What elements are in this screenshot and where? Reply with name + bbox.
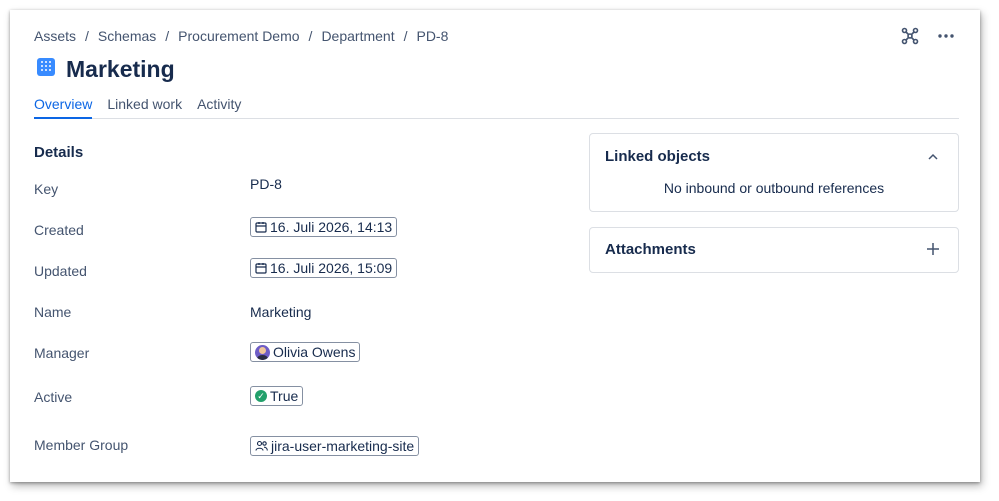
breadcrumb-item-object-type[interactable]: Department <box>321 28 394 44</box>
calendar-icon <box>255 263 267 274</box>
tab-linked-work[interactable]: Linked work <box>107 96 182 118</box>
attachments-title: Attachments <box>605 241 696 258</box>
plus-icon[interactable] <box>924 240 942 258</box>
detail-label: Created <box>34 222 84 238</box>
detail-value-name: Marketing <box>250 304 312 320</box>
more-icon[interactable] <box>936 26 956 46</box>
details-heading: Details <box>34 144 84 161</box>
chevron-up-icon[interactable] <box>924 148 942 166</box>
page-title: Marketing <box>66 56 175 82</box>
calendar-icon <box>255 222 267 233</box>
detail-value-key: PD-8 <box>250 176 282 192</box>
detail-label: Updated <box>34 263 87 279</box>
detail-label: Name <box>34 304 72 320</box>
graph-icon[interactable] <box>900 26 920 46</box>
asset-object-window: Assets / Schemas / Procurement Demo / De… <box>10 10 980 482</box>
attachments-panel: Attachments <box>589 227 959 273</box>
updated-date-value: 16. Juli 2026, 15:09 <box>270 260 393 276</box>
check-circle-icon: ✓ <box>255 390 267 402</box>
active-status-chip: ✓ True <box>250 386 304 406</box>
breadcrumb-separator: / <box>403 28 408 44</box>
linked-objects-empty-text: No inbound or outbound references <box>663 180 885 196</box>
linked-objects-title: Linked objects <box>605 148 711 165</box>
created-date-value: 16. Juli 2026, 14:13 <box>270 219 393 235</box>
header-actions <box>900 26 956 46</box>
manager-user-chip[interactable]: Olivia Owens <box>250 342 361 362</box>
tab-activity[interactable]: Activity <box>197 96 241 118</box>
breadcrumb: Assets / Schemas / Procurement Demo / De… <box>34 28 448 44</box>
member-group-chip[interactable]: jira-user-marketing-site <box>250 436 420 456</box>
detail-label: Member Group <box>34 437 129 453</box>
group-icon <box>255 440 268 451</box>
updated-date-chip: 16. Juli 2026, 15:09 <box>250 258 398 278</box>
tab-overview[interactable]: Overview <box>34 96 93 119</box>
manager-name: Olivia Owens <box>273 344 356 360</box>
breadcrumb-separator: / <box>165 28 170 44</box>
breadcrumb-separator: / <box>85 28 89 44</box>
member-group-value: jira-user-marketing-site <box>271 438 415 454</box>
breadcrumb-item-object-key[interactable]: PD-8 <box>416 28 448 44</box>
avatar <box>255 344 270 360</box>
detail-label: Manager <box>34 345 90 361</box>
breadcrumb-item-schema[interactable]: Procurement Demo <box>178 28 299 44</box>
detail-label: Active <box>34 389 73 405</box>
breadcrumb-item-assets[interactable]: Assets <box>34 28 76 44</box>
object-type-icon <box>36 57 56 82</box>
active-value: True <box>270 388 299 404</box>
breadcrumb-item-schemas[interactable]: Schemas <box>98 28 156 44</box>
detail-label: Key <box>34 181 59 197</box>
linked-objects-panel: Linked objects No inbound or outbound re… <box>589 133 959 212</box>
page-header: Marketing <box>36 56 175 83</box>
breadcrumb-separator: / <box>308 28 313 44</box>
created-date-chip: 16. Juli 2026, 14:13 <box>250 217 398 237</box>
tab-bar: Overview Linked work Activity <box>34 96 959 119</box>
